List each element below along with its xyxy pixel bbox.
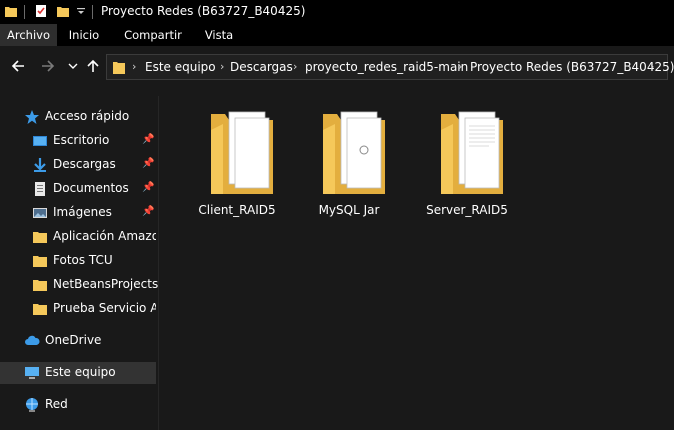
sidebar-item-aplicacion-amazon[interactable]: Aplicación Amazon: [0, 226, 156, 248]
chevron-right-icon[interactable]: ›: [293, 60, 297, 73]
sidebar-item-label: Imágenes: [53, 205, 112, 219]
sidebar-item-red[interactable]: Red: [0, 394, 156, 416]
sidebar-item-imagenes[interactable]: Imágenes 📌: [0, 202, 156, 224]
cloud-icon: [25, 335, 40, 345]
documents-icon: [35, 182, 45, 196]
sidebar-item-descargas[interactable]: Descargas 📌: [0, 154, 156, 176]
sidebar-item-label: Fotos TCU: [53, 253, 113, 267]
breadcrumb-proyecto-redes[interactable]: Proyecto Redes (B63727_B40425): [470, 60, 674, 74]
desktop-icon: [33, 136, 47, 146]
sidebar-item-label: OneDrive: [45, 333, 102, 347]
folder-icon: [33, 232, 47, 243]
title-bar: Proyecto Redes (B63727_B40425): [0, 0, 674, 24]
sidebar-item-este-equipo[interactable]: Este equipo: [0, 362, 156, 384]
up-arrow-icon[interactable]: [83, 56, 103, 76]
pin-icon[interactable]: 📌: [142, 158, 154, 169]
sidebar-item-label: NetBeansProjects: [53, 277, 159, 291]
folder-icon[interactable]: [4, 4, 18, 18]
tab-inicio[interactable]: Inicio: [57, 24, 111, 46]
sidebar-item-label: Aplicación Amazon: [53, 229, 156, 243]
dropdown-arrow-icon[interactable]: [76, 7, 86, 17]
folder-icon: [33, 256, 47, 267]
sidebar-item-documentos[interactable]: Documentos 📌: [0, 178, 156, 200]
chevron-right-icon[interactable]: ›: [458, 60, 462, 73]
sidebar-item-label: Red: [45, 397, 68, 411]
folder-icon: [211, 111, 273, 194]
properties-icon[interactable]: [34, 4, 48, 18]
chevron-right-icon[interactable]: ›: [650, 60, 654, 73]
folder-item-server-raid5[interactable]: Server_RAID5: [417, 104, 517, 224]
folder-icon: [113, 62, 125, 74]
sidebar-item-fotos-tcu[interactable]: Fotos TCU: [0, 250, 156, 272]
folder-icon: [33, 280, 47, 291]
folder-item-client-raid5[interactable]: Client_RAID5: [187, 104, 287, 224]
folder-item-mysql-jar[interactable]: MySQL Jar: [299, 104, 399, 224]
download-icon: [34, 158, 46, 172]
breadcrumb-descargas[interactable]: Descargas: [230, 60, 293, 74]
chevron-right-icon[interactable]: ›: [132, 60, 136, 73]
folder-name: Client_RAID5: [198, 203, 276, 217]
network-icon: [26, 398, 38, 412]
address-bar[interactable]: › Este equipo › Descargas › proyecto_red…: [106, 54, 674, 80]
toolbar-separator: [24, 5, 25, 19]
tab-compartir[interactable]: Compartir: [111, 24, 195, 46]
pin-icon[interactable]: 📌: [142, 134, 154, 145]
sidebar-item-netbeansprojects[interactable]: NetBeansProjects: [0, 274, 159, 296]
recent-locations-chevron-icon[interactable]: [63, 56, 83, 76]
sidebar-item-label: Este equipo: [45, 365, 116, 379]
sidebar-item-acceso-rapido[interactable]: Acceso rápido: [0, 106, 156, 128]
sidebar-item-label: Escritorio: [53, 133, 110, 147]
window-title: Proyecto Redes (B63727_B40425): [101, 4, 306, 18]
folder-icon: [323, 111, 385, 194]
sidebar-item-label: Acceso rápido: [45, 109, 130, 123]
pin-icon[interactable]: 📌: [142, 182, 154, 193]
pictures-icon: [33, 208, 47, 218]
ribbon-tabs: Archivo Inicio Compartir Vista: [0, 24, 674, 46]
sidebar-item-label: Prueba Servicio Al C: [53, 301, 156, 315]
forward-arrow-icon[interactable]: [38, 56, 58, 76]
folder-name: Server_RAID5: [426, 203, 508, 217]
file-list-view: Client_RAID5 MySQL Jar Server_RAID5: [159, 96, 674, 430]
navigation-pane: Acceso rápido Escritorio 📌 Descargas 📌 D…: [0, 96, 158, 430]
back-arrow-icon[interactable]: [8, 56, 28, 76]
star-icon: [25, 110, 39, 124]
tab-vista[interactable]: Vista: [195, 24, 243, 46]
chevron-right-icon[interactable]: ›: [220, 60, 224, 73]
tab-archivo[interactable]: Archivo: [0, 24, 57, 46]
sidebar-item-label: Descargas: [53, 157, 116, 171]
sidebar-item-label: Documentos: [53, 181, 129, 195]
sidebar-item-onedrive[interactable]: OneDrive: [0, 330, 156, 352]
folder-icon: [33, 304, 47, 315]
breadcrumb-este-equipo[interactable]: Este equipo: [145, 60, 216, 74]
computer-icon: [25, 367, 39, 379]
breadcrumb-proyecto-redes-raid5-main[interactable]: proyecto_redes_raid5-main: [305, 60, 468, 74]
toolbar-separator: [92, 5, 93, 19]
pin-icon[interactable]: 📌: [142, 206, 154, 217]
sidebar-item-escritorio[interactable]: Escritorio 📌: [0, 130, 156, 152]
folder-name: MySQL Jar: [318, 203, 380, 217]
folder-icon: [441, 111, 503, 194]
sidebar-item-prueba-servicio[interactable]: Prueba Servicio Al C: [0, 298, 156, 320]
new-folder-icon[interactable]: [56, 4, 70, 18]
